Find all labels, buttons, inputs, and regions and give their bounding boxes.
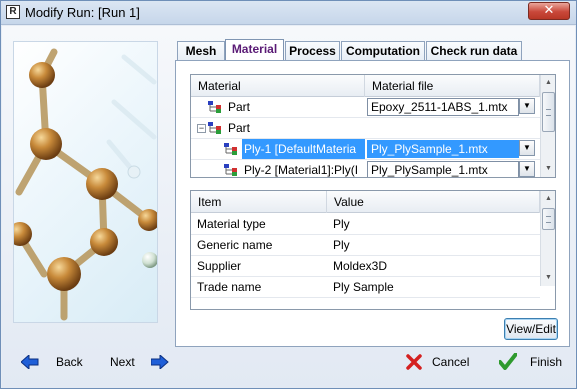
scroll-down-icon[interactable]: ▼ bbox=[541, 270, 555, 285]
material-row[interactable]: − Part bbox=[191, 118, 540, 139]
property-item: Supplier bbox=[197, 259, 242, 273]
material-row[interactable]: Ply-2 [Material1]:Ply(I Ply_PlySample_1.… bbox=[191, 160, 540, 177]
column-header-value[interactable]: Value bbox=[327, 191, 540, 213]
ply-node-icon bbox=[224, 143, 237, 155]
scroll-up-icon[interactable]: ▲ bbox=[541, 191, 555, 206]
property-grid-scrollbar[interactable]: ▲ ▼ bbox=[540, 191, 555, 286]
material-name: Part bbox=[228, 100, 251, 114]
property-item: Material type bbox=[197, 217, 266, 231]
title-bar: R Modify Run: [Run 1] ✕ bbox=[1, 1, 576, 25]
material-file-combo[interactable]: Ply_PlySample_1.mtx bbox=[367, 140, 519, 158]
material-name: Ply-1 [DefaultMateria bbox=[242, 139, 365, 159]
cancel-x-icon[interactable] bbox=[406, 354, 422, 370]
tab-material[interactable]: Material bbox=[225, 39, 284, 62]
property-row[interactable]: Material type Ply bbox=[191, 214, 540, 235]
collapse-toggle-icon[interactable]: − bbox=[197, 124, 206, 133]
material-row[interactable]: Part Epoxy_2511-1ABS_1.mtx ▼ bbox=[191, 97, 540, 118]
app-icon: R bbox=[6, 5, 20, 19]
window-title: Modify Run: [Run 1] bbox=[25, 5, 140, 20]
part-node-icon bbox=[208, 122, 221, 134]
tab-process[interactable]: Process bbox=[285, 41, 340, 61]
scroll-up-icon[interactable]: ▲ bbox=[541, 75, 555, 90]
part-node-icon bbox=[208, 101, 221, 113]
chevron-down-icon[interactable]: ▼ bbox=[519, 140, 535, 156]
material-row-selected[interactable]: Ply-1 [DefaultMateria Ply_PlySample_1.mt… bbox=[191, 139, 540, 160]
scroll-thumb[interactable] bbox=[542, 208, 555, 230]
property-item: Generic name bbox=[197, 238, 273, 252]
tab-computation[interactable]: Computation bbox=[341, 41, 425, 61]
property-grid-header: Item Value bbox=[191, 191, 540, 213]
ply-node-icon bbox=[224, 164, 237, 176]
chevron-down-icon[interactable]: ▼ bbox=[519, 161, 535, 177]
property-value: Moldex3D bbox=[333, 259, 388, 273]
property-row[interactable]: Trade name Ply Sample bbox=[191, 277, 540, 298]
chevron-down-icon[interactable]: ▼ bbox=[519, 98, 535, 114]
tab-check-run-data[interactable]: Check run data bbox=[426, 41, 522, 61]
material-name: Ply-2 [Material1]:Ply(I bbox=[244, 163, 359, 177]
material-name: Part bbox=[228, 121, 251, 135]
material-grid-header: Material Material file bbox=[191, 75, 540, 97]
close-button[interactable]: ✕ bbox=[528, 2, 570, 20]
scroll-thumb[interactable] bbox=[542, 92, 555, 132]
next-arrow-icon[interactable] bbox=[151, 355, 169, 369]
molecule-illustration bbox=[13, 41, 158, 323]
material-grid: Material Material file Part Epoxy_2511-1… bbox=[190, 74, 556, 178]
back-arrow-icon[interactable] bbox=[21, 355, 39, 369]
tab-mesh[interactable]: Mesh bbox=[177, 41, 225, 61]
scroll-down-icon[interactable]: ▼ bbox=[541, 161, 555, 176]
cancel-button[interactable]: Cancel bbox=[432, 351, 469, 373]
finish-button[interactable]: Finish bbox=[530, 351, 562, 373]
column-header-material-file[interactable]: Material file bbox=[365, 75, 540, 97]
property-value: Ply bbox=[333, 238, 350, 252]
molecule-graphic bbox=[14, 48, 157, 321]
back-button[interactable]: Back bbox=[56, 351, 83, 373]
column-header-item[interactable]: Item bbox=[191, 191, 327, 213]
material-grid-scrollbar[interactable]: ▲ ▼ bbox=[540, 75, 555, 177]
column-header-material[interactable]: Material bbox=[191, 75, 365, 97]
property-item: Trade name bbox=[197, 280, 262, 294]
material-file-combo[interactable]: Epoxy_2511-1ABS_1.mtx bbox=[367, 98, 519, 116]
material-file-combo[interactable]: Ply_PlySample_1.mtx bbox=[367, 161, 519, 177]
property-row[interactable]: Supplier Moldex3D bbox=[191, 256, 540, 277]
property-row[interactable]: Generic name Ply bbox=[191, 235, 540, 256]
dialog-body: Mesh Material Process Computation Check … bbox=[2, 26, 575, 388]
finish-check-icon[interactable] bbox=[499, 353, 517, 370]
modify-run-dialog: R Modify Run: [Run 1] ✕ Mesh Material Pr… bbox=[0, 0, 577, 389]
view-edit-button[interactable]: View/Edit bbox=[504, 318, 558, 340]
next-button[interactable]: Next bbox=[110, 351, 135, 373]
property-value: Ply bbox=[333, 217, 350, 231]
property-grid: Item Value Material type Ply Generic nam… bbox=[190, 190, 556, 310]
property-value: Ply Sample bbox=[333, 280, 394, 294]
material-tab-panel: Material Material file Part Epoxy_2511-1… bbox=[175, 60, 570, 347]
